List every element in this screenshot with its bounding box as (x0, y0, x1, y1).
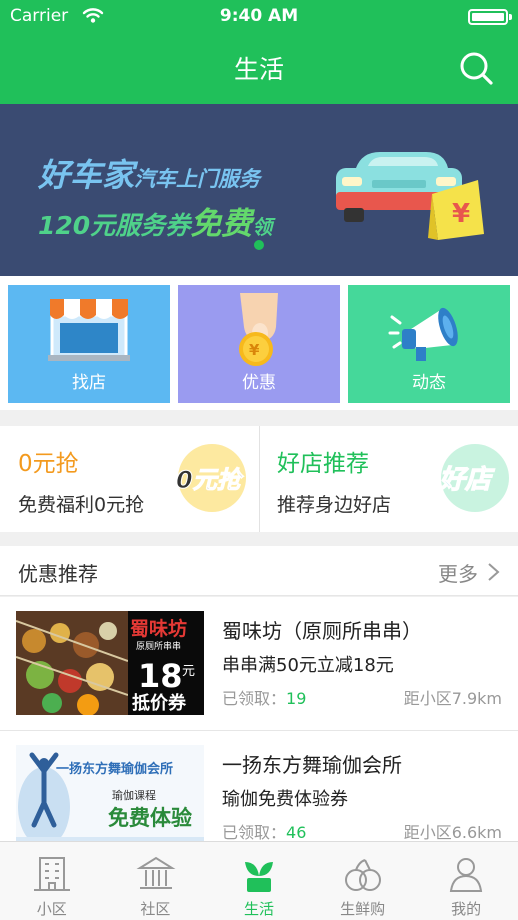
banner-page-indicator (254, 240, 264, 250)
tab-life[interactable]: 生活 (207, 842, 311, 920)
section-title: 优惠推荐 (18, 562, 98, 586)
tile-find-store[interactable]: 找店 (8, 285, 170, 403)
price-tag: ¥ (452, 199, 470, 229)
fruit-icon (344, 859, 381, 891)
status-bar: Carrier 9:40 AM (0, 0, 518, 34)
list-item[interactable]: 蜀味坊 原厕所串串 18 元 抵价券 蜀味坊（原厕所串串） 串串满50元立减18… (0, 597, 518, 731)
yoga-promo-image: 一扬东方舞瑜伽会所 瑜伽课程 免费体验 (16, 745, 204, 841)
tab-label: 小区 (36, 900, 67, 918)
battery-icon (468, 9, 512, 25)
clock: 9:40 AM (219, 6, 299, 26)
chevron-right-icon[interactable] (484, 562, 502, 582)
life-screen: Carrier 9:40 AM 生活 好车家汽车上门服务 120元服务券免费领 (0, 0, 518, 920)
tile-discount[interactable]: ¥ 优惠 (178, 285, 340, 403)
good-store-badge-icon: 好店 (437, 444, 509, 512)
promo-good-stores[interactable]: 好店推荐 推荐身边好店 好店 (259, 426, 518, 532)
svg-text:原厕所串串: 原厕所串串 (136, 641, 181, 652)
banner-coupon: 服务券 (115, 211, 191, 240)
hall-icon (136, 856, 176, 889)
shop-icon (48, 299, 130, 361)
megaphone-icon (388, 307, 458, 361)
promo-banner[interactable]: 好车家汽车上门服务 120元服务券免费领 ¥ (0, 104, 518, 276)
sprout-icon (245, 862, 274, 892)
tile-label: 找店 (72, 373, 106, 393)
banner-brand: 好车家 (38, 156, 135, 194)
deals-list: 蜀味坊 原厕所串串 18 元 抵价券 蜀味坊（原厕所串串） 串串满50元立减18… (0, 597, 518, 841)
promo-title: 好店推荐 (277, 451, 369, 477)
promo-zero-grab[interactable]: 0元抢 免费福利0元抢 0元抢 (0, 426, 259, 532)
svg-text:¥: ¥ (249, 341, 260, 359)
banner-free: 免费 (190, 206, 253, 242)
svg-text:免费体验: 免费体验 (108, 806, 192, 830)
tab-label: 生活 (243, 900, 274, 918)
tab-label: 社区 (140, 900, 171, 918)
quick-tiles: 找店 ¥ 优惠 动态 (0, 276, 518, 410)
svg-text:18: 18 (138, 657, 183, 695)
deal-title: 蜀味坊（原厕所串串） (222, 619, 422, 643)
banner-take: 领 (252, 215, 273, 239)
claimed-count: 已领取：46 (222, 823, 307, 841)
tab-mine[interactable]: 我的 (414, 842, 518, 920)
banner-amount: 120元 (38, 211, 116, 240)
svg-text:一扬东方舞瑜伽会所: 一扬东方舞瑜伽会所 (56, 761, 173, 777)
svg-text:元: 元 (182, 664, 195, 679)
deal-thumbnail: 蜀味坊 原厕所串串 18 元 抵价券 (16, 611, 204, 715)
distance: 距小区6.6km (403, 823, 502, 841)
deal-title: 一扬东方舞瑜伽会所 (222, 753, 402, 777)
coin-icon: ¥ (239, 293, 278, 366)
list-item[interactable]: 一扬东方舞瑜伽会所 瑜伽课程 免费体验 一扬东方舞瑜伽会所 瑜伽免费体验券 已领… (0, 731, 518, 841)
svg-text:好店: 好店 (438, 465, 495, 495)
tab-neighborhood[interactable]: 社区 (104, 842, 208, 920)
car-illustration: ¥ (336, 152, 484, 240)
deal-description: 瑜伽免费体验券 (222, 789, 348, 810)
tile-label: 动态 (412, 373, 446, 393)
tab-community[interactable]: 小区 (0, 842, 104, 920)
tile-label: 优惠 (242, 373, 276, 393)
tab-label: 我的 (451, 900, 482, 918)
deal-thumbnail: 一扬东方舞瑜伽会所 瑜伽课程 免费体验 (16, 745, 204, 841)
banner-service: 汽车上门服务 (134, 167, 261, 191)
promo-cards: 0元抢 免费福利0元抢 0元抢 好店推荐 推荐身边好店 好店 (0, 426, 518, 532)
more-link[interactable]: 更多 (438, 558, 478, 587)
svg-text:0元抢: 0元抢 (176, 466, 245, 494)
person-icon (450, 858, 483, 892)
deals-section-header: 优惠推荐 更多 (0, 546, 518, 596)
promo-subtitle: 推荐身边好店 (277, 494, 392, 516)
banner-offer: 120元服务券免费领 (38, 198, 272, 243)
svg-text:抵价券: 抵价券 (132, 692, 187, 714)
promo-subtitle: 免费福利0元抢 (18, 494, 145, 516)
claimed-count: 已领取：19 (222, 689, 307, 708)
page-title: 生活 (233, 55, 284, 84)
distance: 距小区7.9km (403, 689, 502, 708)
search-icon[interactable] (458, 50, 494, 86)
top-bar: Carrier 9:40 AM 生活 (0, 0, 518, 104)
building-icon (34, 857, 70, 891)
tab-fresh[interactable]: 生鲜购 (311, 842, 415, 920)
svg-text:瑜伽课程: 瑜伽课程 (112, 788, 156, 802)
promo-title: 0元抢 (18, 451, 79, 477)
zero-grab-badge-icon: 0元抢 (176, 444, 246, 512)
skewer-food-image: 蜀味坊 原厕所串串 18 元 抵价券 (16, 611, 204, 715)
svg-text:蜀味坊: 蜀味坊 (130, 617, 187, 640)
banner-headline: 好车家汽车上门服务 (38, 150, 260, 196)
tab-bar: 小区 社区 生活 生鲜购 我的 (0, 841, 518, 920)
deal-description: 串串满50元立减18元 (222, 655, 394, 676)
tab-label: 生鲜购 (340, 900, 386, 918)
tile-news[interactable]: 动态 (348, 285, 510, 403)
